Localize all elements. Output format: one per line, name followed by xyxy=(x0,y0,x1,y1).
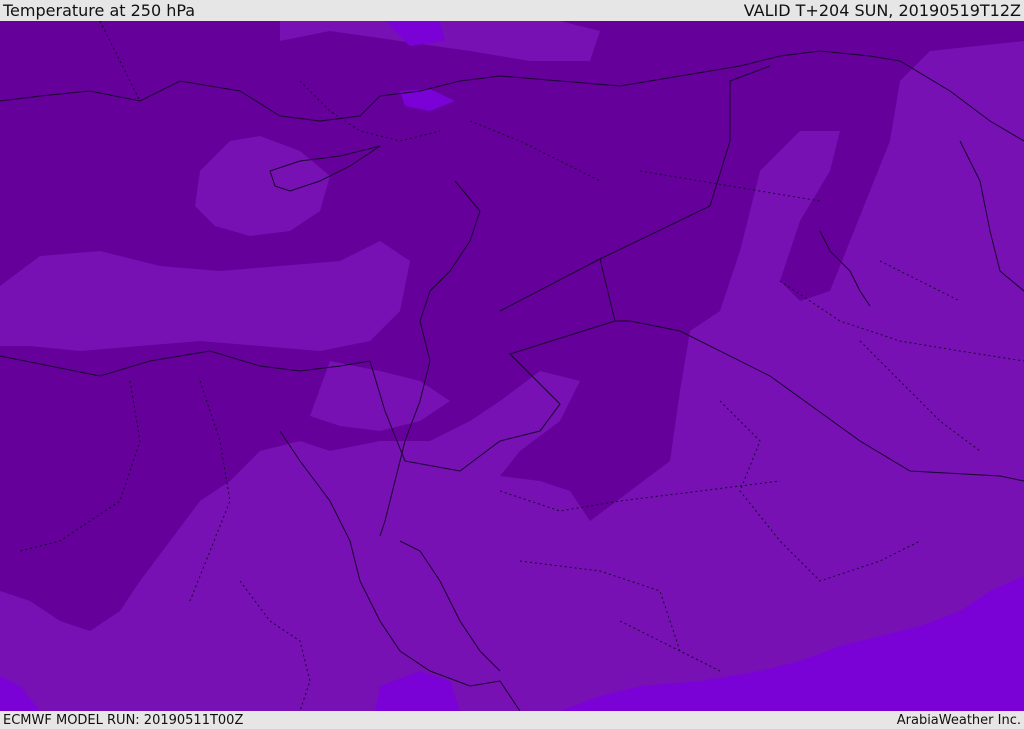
footer-bar: ECMWF MODEL RUN: 20190511T00Z ArabiaWeat… xyxy=(0,711,1024,729)
temperature-map[interactable] xyxy=(0,21,1024,711)
header-bar: Temperature at 250 hPa VALID T+204 SUN, … xyxy=(0,0,1024,21)
valid-time: VALID T+204 SUN, 20190519T12Z xyxy=(743,1,1021,20)
model-run: ECMWF MODEL RUN: 20190511T00Z xyxy=(3,712,244,728)
credit: ArabiaWeather Inc. xyxy=(896,712,1021,728)
map-title: Temperature at 250 hPa xyxy=(3,1,196,20)
